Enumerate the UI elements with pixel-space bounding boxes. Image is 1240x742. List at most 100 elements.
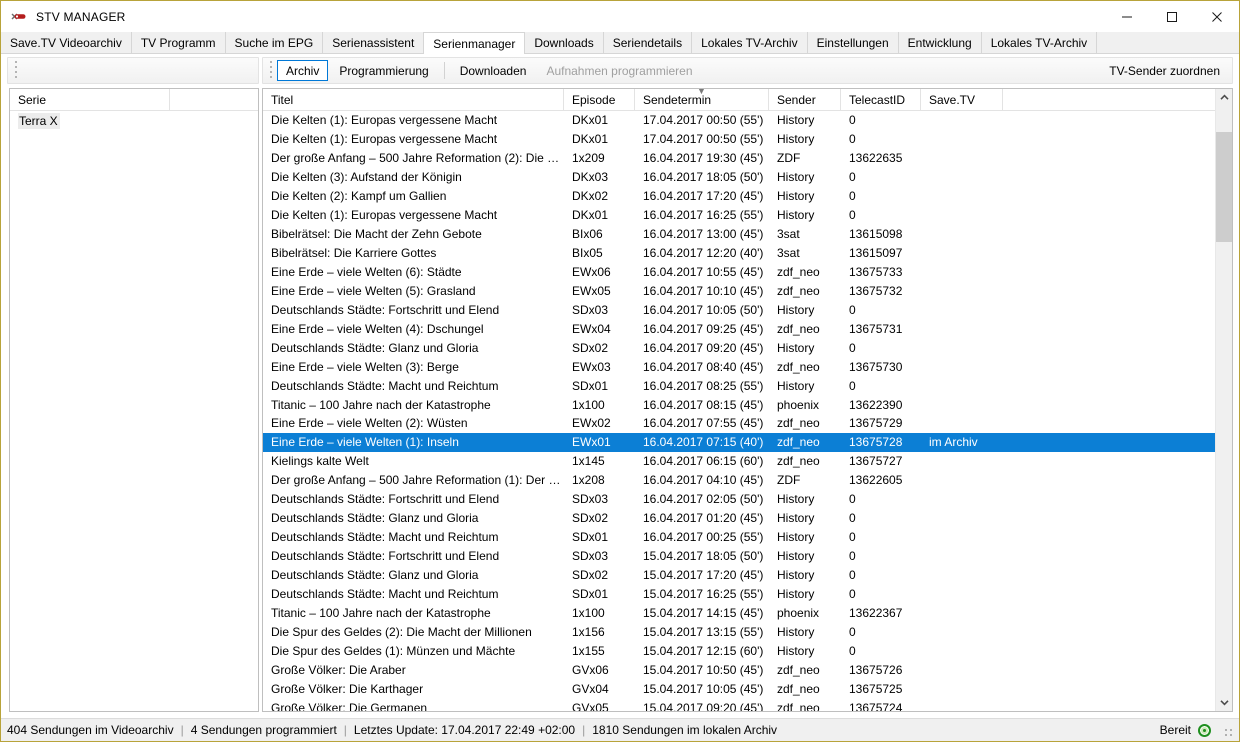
column-header-episode[interactable]: Episode [564,89,635,110]
cell-titel: Große Völker: Die Karthager [263,680,564,698]
cell-titel: Deutschlands Städte: Macht und Reichtum [263,585,564,603]
series-column-header-empty[interactable] [170,89,258,110]
column-header-sendetermin[interactable]: ▼ Sendetermin [635,89,769,110]
table-row[interactable]: Deutschlands Städte: Fortschritt und Ele… [263,490,1215,509]
scrollbar-track[interactable] [1216,106,1232,694]
tab-seriendetails[interactable]: Seriendetails [604,32,692,53]
cell-sendetermin: 16.04.2017 08:25 (55') [635,377,769,395]
table-row[interactable]: Die Kelten (3): Aufstand der KöniginDKx0… [263,168,1215,187]
table-row[interactable]: Kielings kalte Welt1x14516.04.2017 06:15… [263,452,1215,471]
cell-sender: zdf_neo [769,680,841,698]
series-list[interactable]: Serie Terra X [9,88,259,712]
toolbar-grip-icon[interactable] [12,62,21,79]
table-row[interactable]: Die Kelten (1): Europas vergessene Macht… [263,111,1215,130]
table-row[interactable]: Deutschlands Städte: Glanz und GloriaSDx… [263,338,1215,357]
column-header-telecastid[interactable]: TelecastID [841,89,921,110]
cell-sendetermin: 16.04.2017 07:55 (45') [635,414,769,432]
table-row[interactable]: Eine Erde – viele Welten (5): GraslandEW… [263,281,1215,300]
cell-telecastid: 0 [841,206,921,224]
table-row[interactable]: Eine Erde – viele Welten (3): BergeEWx03… [263,357,1215,376]
cell-episode: 1x100 [564,396,635,414]
cell-sendetermin: 16.04.2017 18:05 (50') [635,168,769,186]
table-row[interactable]: Titanic – 100 Jahre nach der Katastrophe… [263,603,1215,622]
scroll-down-button[interactable] [1216,694,1232,711]
status-ready-label: Bereit [1160,723,1191,737]
cell-sender: History [769,130,841,148]
tv-sender-zuordnen-button[interactable]: TV-Sender zuordnen [1100,60,1229,81]
vertical-scrollbar[interactable] [1215,89,1232,711]
cell-titel: Eine Erde – viele Welten (5): Grasland [263,282,564,300]
table-row[interactable]: Große Völker: Die KarthagerGVx0415.04.20… [263,679,1215,698]
table-row[interactable]: Deutschlands Städte: Glanz und GloriaSDx… [263,566,1215,585]
programmierung-button[interactable]: Programmierung [330,60,437,81]
cell-sendetermin: 16.04.2017 06:15 (60') [635,452,769,470]
table-row[interactable]: Die Kelten (1): Europas vergessene Macht… [263,130,1215,149]
scroll-up-button[interactable] [1216,89,1232,106]
tab-save-tv-videoarchiv[interactable]: Save.TV Videoarchiv [1,32,132,53]
cell-sender: History [769,339,841,357]
recordings-grid-rows: Die Kelten (1): Europas vergessene Macht… [263,111,1215,711]
tab-suche-im-epg[interactable]: Suche im EPG [226,32,324,53]
tab-serienmanager[interactable]: Serienmanager [423,32,525,54]
cell-sender: ZDF [769,149,841,167]
table-row[interactable]: Eine Erde – viele Welten (1): InselnEWx0… [263,433,1215,452]
table-row[interactable]: Bibelrätsel: Die Karriere GottesBIx0516.… [263,244,1215,263]
cell-sender: History [769,168,841,186]
cell-titel: Deutschlands Städte: Glanz und Gloria [263,339,564,357]
table-row[interactable]: Große Völker: Die AraberGVx0615.04.2017 … [263,660,1215,679]
table-row[interactable]: Die Kelten (1): Europas vergessene Macht… [263,206,1215,225]
table-row[interactable]: Deutschlands Städte: Macht und ReichtumS… [263,528,1215,547]
cell-sendetermin: 16.04.2017 00:25 (55') [635,528,769,546]
tab-lokales-tv-archiv-2[interactable]: Lokales TV-Archiv [982,32,1098,53]
cell-sender: History [769,301,841,319]
tab-label: Downloads [534,36,593,50]
table-row[interactable]: Deutschlands Städte: Glanz und GloriaSDx… [263,509,1215,528]
table-row[interactable]: Die Kelten (2): Kampf um GallienDKx0216.… [263,187,1215,206]
tab-downloads[interactable]: Downloads [525,32,603,53]
downloaden-button[interactable]: Downloaden [451,60,536,81]
resize-grip-icon[interactable] [1220,724,1233,737]
table-row[interactable]: Die Spur des Geldes (2): Die Macht der M… [263,622,1215,641]
cell-titel: Die Kelten (2): Kampf um Gallien [263,187,564,205]
archiv-button[interactable]: Archiv [277,60,328,81]
list-item[interactable]: Terra X [10,111,258,130]
maximize-button[interactable] [1149,1,1194,32]
table-row[interactable]: Der große Anfang – 500 Jahre Reformation… [263,471,1215,490]
tab-label: Einstellungen [817,36,889,50]
table-row[interactable]: Titanic – 100 Jahre nach der Katastrophe… [263,395,1215,414]
cell-telecastid: 13615098 [841,225,921,243]
cell-sendetermin: 15.04.2017 18:05 (50') [635,547,769,565]
table-row[interactable]: Deutschlands Städte: Macht und ReichtumS… [263,584,1215,603]
tab-lokales-tv-archiv[interactable]: Lokales TV-Archiv [692,32,808,53]
cell-sendetermin: 16.04.2017 10:55 (45') [635,263,769,281]
tab-tv-programm[interactable]: TV Programm [132,32,226,53]
table-row[interactable]: Deutschlands Städte: Fortschritt und Ele… [263,300,1215,319]
table-row[interactable]: Der große Anfang – 500 Jahre Reformation… [263,149,1215,168]
minimize-button[interactable] [1104,1,1149,32]
cell-sender: zdf_neo [769,414,841,432]
table-row[interactable]: Eine Erde – viele Welten (2): WüstenEWx0… [263,414,1215,433]
tab-serienassistent[interactable]: Serienassistent [323,32,424,53]
toolbar-grip-icon[interactable] [267,62,276,79]
series-toolbar [7,57,259,84]
tab-einstellungen[interactable]: Einstellungen [808,32,899,53]
cell-sendetermin: 15.04.2017 13:15 (55') [635,623,769,641]
cell-telecastid: 13622635 [841,149,921,167]
table-row[interactable]: Bibelrätsel: Die Macht der Zehn GeboteBI… [263,225,1215,244]
cell-telecastid: 13675724 [841,699,921,711]
close-button[interactable] [1194,1,1239,32]
column-header-sender[interactable]: Sender [769,89,841,110]
table-row[interactable]: Eine Erde – viele Welten (6): StädteEWx0… [263,263,1215,282]
series-column-header-serie[interactable]: Serie [10,89,170,110]
table-row[interactable]: Die Spur des Geldes (1): Münzen und Mäch… [263,641,1215,660]
column-header-save-tv[interactable]: Save.TV [921,89,1003,110]
scrollbar-thumb[interactable] [1216,132,1232,242]
tab-entwicklung[interactable]: Entwicklung [899,32,982,53]
cell-sender: zdf_neo [769,263,841,281]
table-row[interactable]: Deutschlands Städte: Macht und ReichtumS… [263,376,1215,395]
table-row[interactable]: Deutschlands Städte: Fortschritt und Ele… [263,547,1215,566]
cell-sender: 3sat [769,225,841,243]
table-row[interactable]: Eine Erde – viele Welten (4): DschungelE… [263,319,1215,338]
table-row[interactable]: Große Völker: Die GermanenGVx0515.04.201… [263,698,1215,711]
column-header-titel[interactable]: Titel [263,89,564,110]
